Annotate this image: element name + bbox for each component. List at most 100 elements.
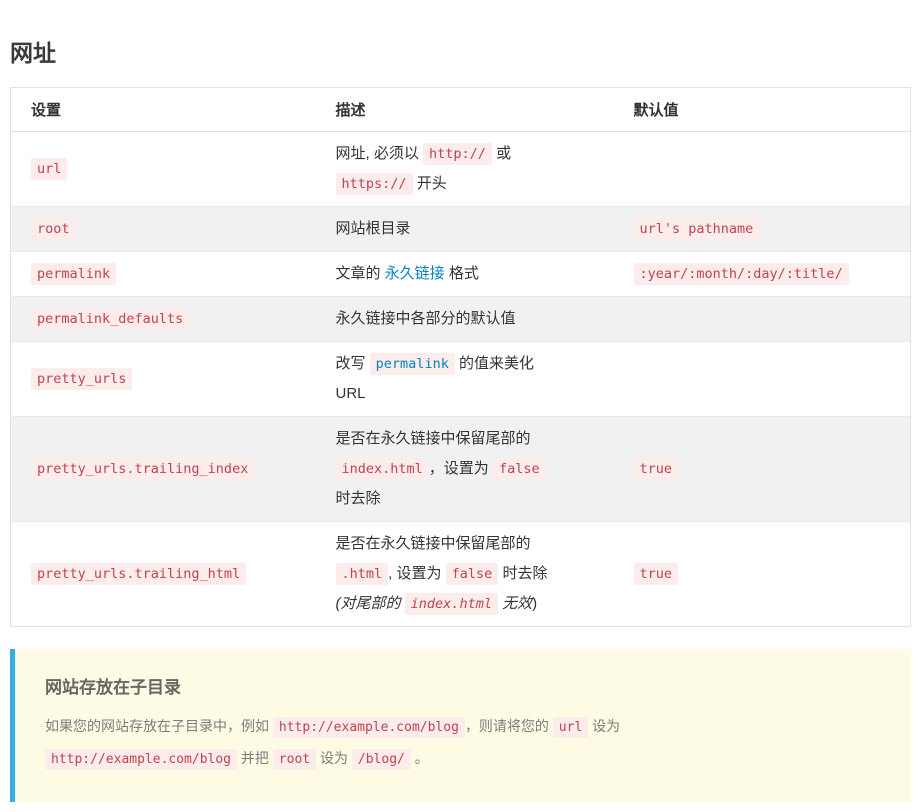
inline-code: root [273,749,316,770]
inline-code-italic: index.html [405,593,498,615]
inline-code: url [553,717,588,738]
description-cell: 文章的 永久链接 格式 [316,252,614,297]
text: , 设置为 [388,565,446,582]
table-row: root 网站根目录 url's pathname [11,207,911,252]
text: 并把 [237,750,273,766]
setting-cell: permalink_defaults [11,297,316,342]
italic-text: 无效 [498,595,532,612]
description-line: 改写 permalink 的值来美化 [336,349,594,379]
text: 文章的 [336,265,385,282]
inline-code: http://example.com/blog [273,717,465,738]
table-row: pretty_urls.trailing_html 是否在永久链接中保留尾部的 .h… [11,522,911,627]
table-row: url网址, 必须以 http:// 或https:// 开头 [11,132,911,207]
inline-code: true [634,458,679,480]
inline-code: http:// [423,143,492,165]
text: ) [532,595,537,612]
note-text: 如果您的网站存放在子目录中，例如 http://example.com/blog… [45,711,881,775]
description-line: 时去除 [336,484,594,514]
text: 是否在永久链接中保留尾部的 [336,430,531,447]
text: 设为 [316,750,352,766]
description-line: 文章的 永久链接 格式 [336,259,594,289]
inline-code: https:// [336,173,413,195]
table-header-row: 设置 描述 默认值 [11,88,911,132]
column-header-default: 默认值 [614,88,911,132]
setting-cell: root [11,207,316,252]
default-cell [614,342,911,417]
text: 时去除 [336,490,381,507]
text: 的值来美化 [455,355,534,372]
inline-link[interactable]: 永久链接 [385,265,445,282]
description-cell: 改写 permalink 的值来美化 URL [316,342,614,417]
note-line: 如果您的网站存放在子目录中，例如 http://example.com/blog… [45,711,881,743]
text: 。 [411,750,429,766]
setting-code: pretty_urls [31,368,132,390]
italic-text: (对尾部的 [336,595,405,612]
inline-code: /blog/ [352,749,411,770]
setting-code: permalink_defaults [31,308,189,330]
default-cell: :year/:month/:day/:title/ [614,252,911,297]
description-line: 是否在永久链接中保留尾部的 [336,529,594,559]
description-line: URL [336,379,594,409]
note-line: http://example.com/blog 并把 root 设为 /blog… [45,743,881,775]
default-cell: true [614,522,911,627]
text: 是否在永久链接中保留尾部的 [336,535,531,552]
description-line: .html, 设置为 false 时去除 [336,559,594,589]
description-cell: 是否在永久链接中保留尾部的.html, 设置为 false 时去除(对尾部的 i… [316,522,614,627]
text: 设为 [588,718,620,734]
settings-table-body: url网址, 必须以 http:// 或https:// 开头root网站根目录… [11,132,911,627]
inline-code: :year/:month/:day/:title/ [634,263,849,285]
table-row: pretty_urls.trailing_index 是否在永久链接中保留尾部的 i… [11,417,911,522]
text: 开头 [413,175,447,192]
description-line: 永久链接中各部分的默认值 [336,304,594,334]
inline-code: http://example.com/blog [45,749,237,770]
description-cell: 永久链接中各部分的默认值 [316,297,614,342]
text: 网址, 必须以 [336,145,424,162]
table-row: pretty_urls 改写 permalink 的值来美化 URL [11,342,911,417]
inline-code: .html [336,563,389,585]
description-line: 网站根目录 [336,214,594,244]
page-title: 网址 [10,34,911,68]
column-header-setting: 设置 [11,88,316,132]
description-cell: 是否在永久链接中保留尾部的 index.html，设置为 false 时去除 [316,417,614,522]
setting-code: pretty_urls.trailing_index [31,458,254,480]
text: URL [336,385,366,402]
description-line: (对尾部的 index.html 无效) [336,589,594,619]
text: 永久链接中各部分的默认值 [336,310,516,327]
setting-cell: permalink [11,252,316,297]
setting-cell: pretty_urls.trailing_index [11,417,316,522]
default-cell [614,297,911,342]
inline-code: index.html [336,458,429,480]
inline-code: url's pathname [634,218,760,240]
setting-code: permalink [31,263,116,285]
inline-code-link[interactable]: permalink [370,353,455,375]
description-line: 是否在永久链接中保留尾部的 [336,424,594,454]
text: 如果您的网站存放在子目录中，例如 [45,718,273,734]
text: ，则请将您的 [465,718,553,734]
text: 格式 [445,265,479,282]
setting-cell: url [11,132,316,207]
table-row: permalink_defaults 永久链接中各部分的默认值 [11,297,911,342]
setting-cell: pretty_urls.trailing_html [11,522,316,627]
setting-code: pretty_urls.trailing_html [31,563,246,585]
description-cell: 网址, 必须以 http:// 或https:// 开头 [316,132,614,207]
note-title: 网站存放在子目录 [45,673,881,698]
text: 或 [492,145,511,162]
description-line: 网址, 必须以 http:// 或 [336,139,594,169]
text: 改写 [336,355,370,372]
description-cell: 网站根目录 [316,207,614,252]
description-line: index.html，设置为 false [336,454,594,484]
default-cell: true [614,417,911,522]
note-box: 网站存放在子目录 如果您的网站存放在子目录中，例如 http://example… [10,649,911,802]
default-cell [614,132,911,207]
text: ，设置为 [429,460,493,477]
setting-code: root [31,218,76,240]
column-header-description: 描述 [316,88,614,132]
setting-code: url [31,158,67,180]
text: 网站根目录 [336,220,411,237]
setting-cell: pretty_urls [11,342,316,417]
description-line: https:// 开头 [336,169,594,199]
inline-code: false [493,458,546,480]
inline-code: false [446,563,499,585]
table-row: permalink 文章的 永久链接 格式 :year/:month/:day/:t… [11,252,911,297]
text: 时去除 [498,565,547,582]
